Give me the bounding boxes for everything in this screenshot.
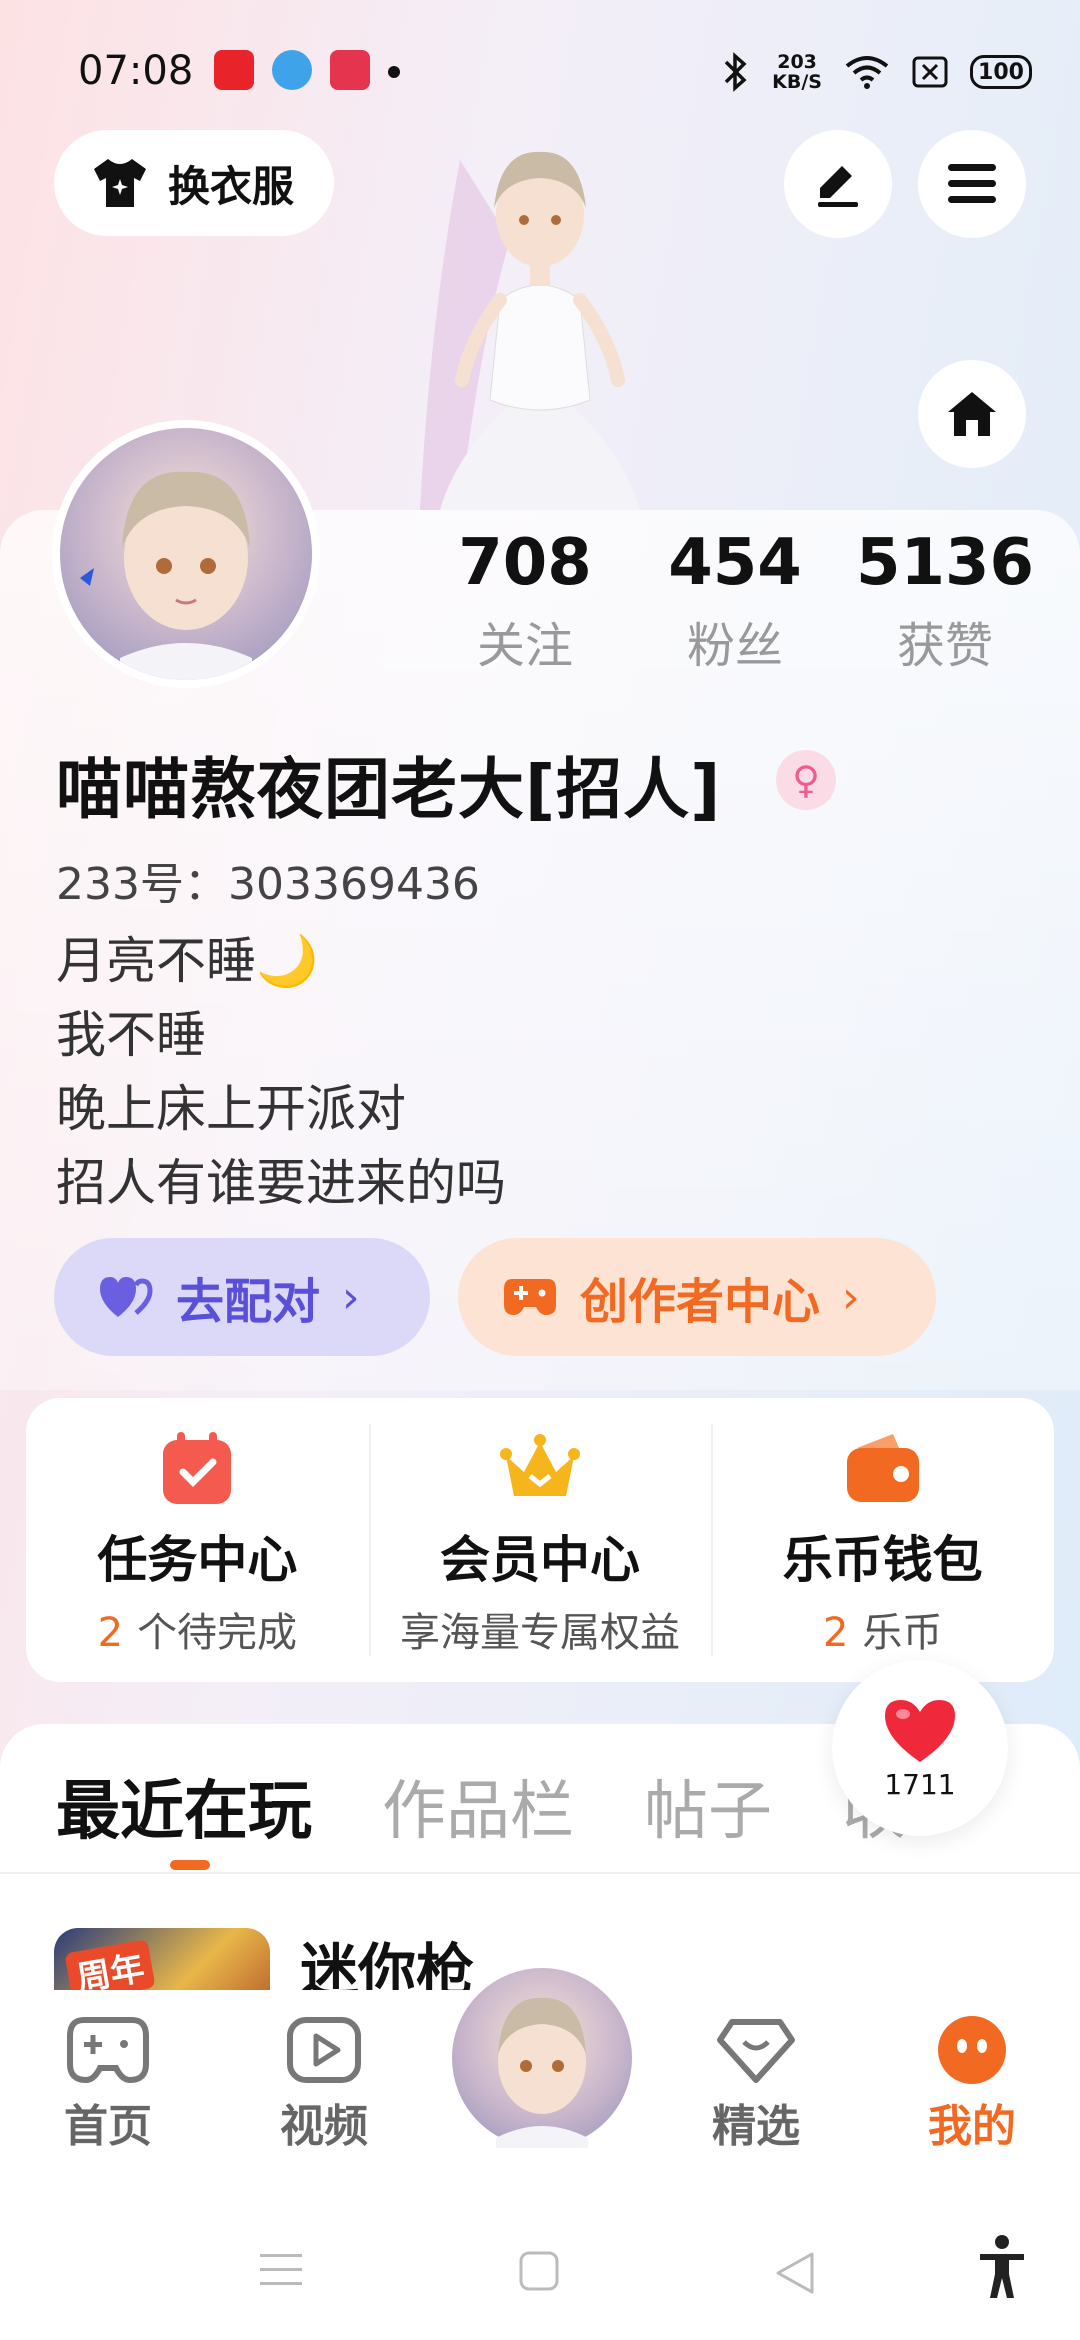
service-title: 会员中心 [440, 1531, 640, 1589]
change-outfit-label: 换衣服 [168, 161, 295, 211]
nav-featured[interactable]: 精选 [676, 2014, 836, 2154]
tab-indicator [170, 1860, 210, 1870]
service-sub-text: 个待完成 [137, 1610, 298, 1656]
accessibility-icon[interactable] [976, 2234, 1028, 2300]
bio-line: 我不睡 [56, 1006, 206, 1064]
nav-label: 我的 [928, 2101, 1016, 2152]
heart-chat-icon [717, 2019, 795, 2083]
service-count: 2 [822, 1610, 849, 1656]
service-sub-text: 乐币 [862, 1610, 943, 1656]
network-speed-unit: KB/S [772, 71, 822, 93]
service-subtitle: 2 乐币 [823, 1600, 942, 1658]
network-speed-value: 203 [777, 51, 817, 73]
coin-wallet[interactable]: 乐币钱包 2 乐币 [711, 1398, 1054, 1682]
service-title: 任务中心 [97, 1531, 298, 1589]
chevron-right-icon: › [342, 1271, 360, 1323]
status-right: 203 KB/S 100 [720, 48, 1032, 96]
battery-indicator: 100 [970, 55, 1032, 89]
notification-app-icon [330, 50, 370, 90]
tab-recent-played[interactable]: 最近在玩 [56, 1760, 312, 1852]
notification-app-icon [214, 50, 254, 90]
heart-icon [885, 1699, 955, 1762]
stat-likes[interactable]: 5136 获赞 [840, 528, 1050, 676]
status-bar: 07:08 203 KB/S 100 [0, 0, 1080, 140]
nav-video[interactable]: 视频 [244, 2014, 404, 2154]
user-nickname: 喵喵熬夜团老大[招人] [56, 751, 722, 828]
stat-value: 5136 [855, 526, 1035, 600]
home-button[interactable] [918, 360, 1026, 468]
match-label: 去配对 [176, 1274, 321, 1330]
female-gender-icon: ♀ [776, 750, 836, 810]
service-subtitle: 2 个待完成 [98, 1600, 297, 1658]
tab-divider [0, 1872, 1080, 1874]
recent-apps-icon[interactable] [258, 2250, 304, 2290]
profile-stats: 708 关注 454 粉丝 5136 获赞 [420, 528, 1050, 676]
home-icon [948, 392, 996, 436]
status-time: 07:08 [78, 48, 194, 94]
change-outfit-button[interactable]: 换衣服 [54, 130, 334, 236]
notification-dot [388, 66, 400, 78]
bio-line: 月亮不睡🌙 [56, 932, 319, 990]
video-play-icon [287, 2017, 361, 2083]
back-triangle-icon[interactable] [772, 2250, 818, 2296]
sim-off-icon [912, 56, 948, 88]
stat-label: 获赞 [896, 618, 993, 675]
profile-avatar[interactable] [52, 420, 320, 688]
service-subtitle: 享海量专属权益 [400, 1600, 680, 1658]
menu-button[interactable] [918, 130, 1026, 238]
bio-line: 招人有谁要进来的吗 [56, 1154, 506, 1212]
avatar-image [80, 471, 252, 680]
stat-following[interactable]: 708 关注 [420, 528, 630, 676]
like-button[interactable]: 1711 [832, 1660, 1008, 1836]
nav-label: 精选 [712, 2101, 800, 2152]
creator-center-button[interactable]: 创作者中心 › [458, 1238, 936, 1356]
shirt-icon [94, 159, 146, 207]
center-avatar-button[interactable] [446, 1962, 638, 2154]
bluetooth-icon [724, 52, 747, 92]
tab-works[interactable]: 作品栏 [382, 1760, 574, 1852]
stat-label: 粉丝 [686, 618, 783, 675]
face-icon [938, 2016, 1006, 2084]
wallet-icon [846, 1434, 919, 1502]
tab-posts[interactable]: 帖子 [644, 1760, 772, 1852]
task-center[interactable]: 任务中心 2 个待完成 [26, 1398, 369, 1682]
chevron-right-icon: › [842, 1271, 860, 1323]
home-square-icon[interactable] [518, 2250, 560, 2292]
edit-profile-button[interactable] [784, 130, 892, 238]
notification-app-icon [272, 50, 312, 90]
pen-icon [818, 166, 858, 207]
calendar-check-icon [163, 1432, 232, 1504]
nav-label: 首页 [64, 2101, 152, 2152]
nav-label: 视频 [280, 2101, 368, 2152]
stat-value: 708 [458, 526, 592, 600]
network-speed: 203 KB/S [772, 52, 822, 92]
like-count: 1711 [884, 1767, 956, 1801]
tab-bar: 最近在玩 作品栏 帖子 收 [56, 1760, 906, 1852]
character-illustration [420, 151, 640, 510]
user-bio: 月亮不睡🌙 我不睡 晚上床上开派对 招人有谁要进来的吗 [56, 924, 506, 1220]
stat-value: 454 [668, 526, 802, 600]
stat-followers[interactable]: 454 粉丝 [630, 528, 840, 676]
service-count: 2 [97, 1610, 124, 1656]
nav-home[interactable]: 首页 [28, 2014, 188, 2154]
match-button[interactable]: 去配对 › [54, 1238, 430, 1356]
gamepad-icon [504, 1279, 556, 1315]
hearts-icon [100, 1277, 153, 1317]
user-id[interactable]: 233号：303369436 [56, 848, 480, 912]
hamburger-menu-icon [948, 164, 996, 203]
nav-me[interactable]: 我的 [892, 2014, 1052, 2154]
service-sub-text: 享海量专属权益 [400, 1610, 680, 1656]
stat-label: 关注 [476, 618, 573, 675]
wifi-icon [845, 56, 889, 89]
action-row: 去配对 › 创作者中心 › [54, 1238, 936, 1356]
bio-line: 晚上床上开派对 [56, 1080, 406, 1138]
service-title: 乐币钱包 [782, 1531, 983, 1589]
services-card: 任务中心 2 个待完成 会员中心 享海量专属权益 乐币钱包 2 乐币 [26, 1398, 1054, 1682]
creator-center-label: 创作者中心 [580, 1274, 821, 1330]
vip-center[interactable]: 会员中心 享海量专属权益 [368, 1398, 712, 1682]
avatar-image [496, 1997, 588, 2148]
gamepad-icon [67, 2017, 149, 2084]
system-nav-bar [0, 2200, 1080, 2340]
crown-icon [500, 1434, 580, 1496]
